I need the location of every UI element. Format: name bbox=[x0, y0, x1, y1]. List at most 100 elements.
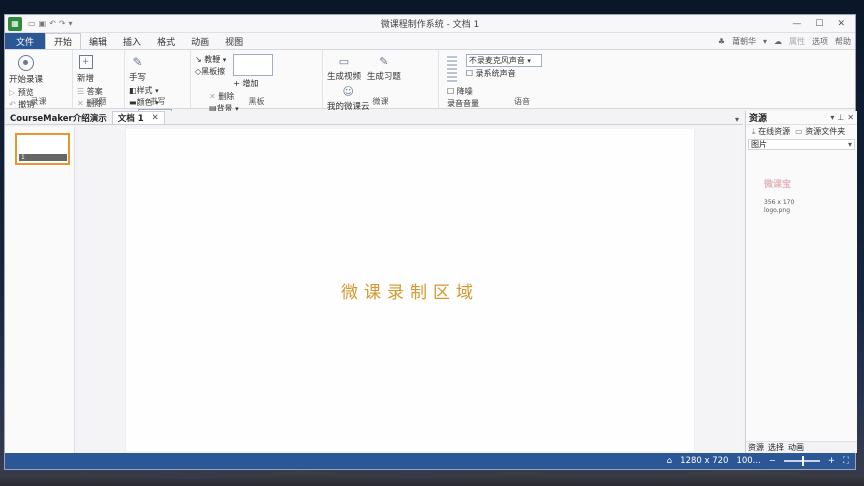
start-record-button[interactable]: 开始录课 bbox=[9, 52, 43, 85]
generate-video-button[interactable]: ▭ 生成视频 bbox=[327, 52, 361, 82]
tab-animation-panel[interactable]: 动画 bbox=[788, 442, 804, 453]
tab-view[interactable]: 视图 bbox=[217, 33, 251, 49]
undo-icon[interactable]: ↶ bbox=[49, 19, 56, 28]
tab-format[interactable]: 格式 bbox=[149, 33, 183, 49]
ribbon: 开始录课 ▷ 预览 ↶ 撤销 ✕ 删除 录课 + 新增 ☰ 答案 ✕ 删除 习题 bbox=[5, 49, 855, 121]
save-icon[interactable]: ▣ bbox=[39, 19, 47, 28]
folder-icon: ▭ bbox=[795, 127, 803, 136]
voice-group: 不录麦克风声音 ▾ ☐ 录系统声音 ☐ 降噪 录音音量 − + 语音 bbox=[439, 50, 605, 119]
title-bar: ▦ ▭ ▣ ↶ ↷ ▾ 微课程制作系统 - 文档 1 — ☐ ✕ bbox=[5, 15, 855, 33]
slide-thumbnail-panel: 1 bbox=[5, 127, 75, 453]
tab-insert[interactable]: 插入 bbox=[115, 33, 149, 49]
app-logo-icon: ▦ bbox=[8, 16, 22, 31]
resource-panel-header: 资源 ▾ ⊥ ✕ bbox=[746, 111, 857, 125]
quick-access-toolbar: ▭ ▣ ↶ ↷ ▾ bbox=[28, 19, 73, 28]
redo-icon[interactable]: ↷ bbox=[59, 19, 66, 28]
resource-folder-button[interactable]: ▭ 资源文件夹 bbox=[795, 126, 845, 137]
tab-animation[interactable]: 动画 bbox=[183, 33, 217, 49]
close-tab-icon[interactable]: ✕ bbox=[152, 113, 159, 123]
zoom-label[interactable]: 100... bbox=[736, 456, 760, 466]
exercise-group: + 新增 ☰ 答案 ✕ 删除 习题 bbox=[73, 50, 125, 108]
resource-bottom-tabs: 资源 选择 动画 bbox=[746, 441, 857, 453]
video-icon: ▭ bbox=[338, 55, 350, 68]
eraser-button[interactable]: ◇黑板擦 bbox=[195, 66, 226, 77]
menu-right-area: ♣ 莆朝华 ▾ ☁ 属性 选项 帮助 bbox=[718, 33, 855, 49]
chevron-down-icon: ▾ bbox=[847, 140, 852, 149]
slide-thumbnail[interactable]: 1 bbox=[15, 133, 70, 165]
volume-meter bbox=[447, 56, 457, 84]
close-button[interactable]: ✕ bbox=[837, 19, 845, 29]
canvas-placeholder-text: 微课录制区域 bbox=[341, 282, 479, 303]
write-group: ✎ 手写 ◧样式 ▾ ▬颜色 ▾ ≡ 1 px ▾ 书写 bbox=[125, 50, 191, 120]
micro-group: ▭ 生成视频 ✎ 生成习题 ☺ 我的微课云 微课 bbox=[323, 50, 439, 112]
tab-resources[interactable]: 资源 bbox=[748, 442, 764, 453]
screen-icon: ⌂ bbox=[666, 456, 673, 466]
resource-item[interactable]: 微课宝 356 x 170 logo.png bbox=[764, 177, 824, 215]
add-icon: + bbox=[78, 55, 93, 69]
tab-coursemaker-demo[interactable]: CourseMaker介绍演示 bbox=[5, 111, 112, 124]
cloud-icon[interactable]: ☁ bbox=[774, 37, 782, 46]
generate-exercise-button[interactable]: ✎ 生成习题 bbox=[367, 52, 401, 82]
write-group-label: 书写 bbox=[149, 97, 166, 106]
file-menu[interactable]: 文件 bbox=[5, 33, 46, 49]
style-dropdown[interactable]: ◧样式 ▾ bbox=[129, 85, 172, 96]
pointer-dropdown[interactable]: ↘ 教鞭 ▾ bbox=[195, 54, 226, 65]
resource-dimensions: 356 x 170 bbox=[764, 199, 795, 206]
customize-dropdown-icon[interactable]: ▾ bbox=[69, 19, 73, 28]
recording-canvas[interactable]: 微课录制区域 bbox=[125, 129, 695, 451]
tab-document-1[interactable]: 文档 1 ✕ bbox=[111, 111, 165, 124]
maximize-button[interactable]: ☐ bbox=[815, 19, 823, 29]
board-preview[interactable] bbox=[233, 54, 274, 76]
window-controls: — ☐ ✕ bbox=[792, 19, 845, 29]
minimize-button[interactable]: — bbox=[792, 19, 801, 29]
exercise-icon: ✎ bbox=[379, 55, 389, 68]
property-button[interactable]: 属性 bbox=[789, 36, 805, 47]
status-bar: ⌂ 1280 x 720 100... − + ⛶ bbox=[5, 453, 855, 469]
panel-close-icon[interactable]: ✕ bbox=[847, 113, 854, 122]
tab-edit[interactable]: 编辑 bbox=[81, 33, 115, 49]
record-group: 开始录课 ▷ 预览 ↶ 撤销 ✕ 删除 录课 bbox=[5, 50, 73, 121]
handwrite-button[interactable]: ✎ 手写 bbox=[129, 52, 146, 83]
record-icon bbox=[18, 55, 34, 71]
zoom-out-button[interactable]: − bbox=[769, 456, 776, 466]
options-button[interactable]: 选项 bbox=[812, 36, 828, 47]
resource-logo-image: 微课宝 bbox=[764, 180, 792, 190]
resolution-label: 1280 x 720 bbox=[680, 456, 729, 466]
online-resource-button[interactable]: ⤓ 在线资源 bbox=[752, 126, 790, 137]
tab-select[interactable]: 选择 bbox=[768, 442, 784, 453]
status-right: ⌂ 1280 x 720 100... − + ⛶ bbox=[667, 456, 855, 466]
download-icon: ⤓ bbox=[752, 127, 756, 136]
resource-type-select[interactable]: 图片 ▾ bbox=[748, 139, 855, 150]
help-button[interactable]: 帮助 bbox=[835, 36, 851, 47]
board-group: ↘ 教鞭 ▾ ◇黑板擦 + 增加 ✕ 删除 ▤背景 ▾ 黑板 bbox=[191, 50, 323, 113]
new-doc-icon[interactable]: ▭ bbox=[28, 19, 36, 28]
voice-group-label: 语音 bbox=[514, 97, 530, 106]
add-board-button[interactable]: + 增加 bbox=[233, 78, 273, 89]
app-window: ▦ ▭ ▣ ↶ ↷ ▾ 微课程制作系统 - 文档 1 — ☐ ✕ 文件 开始 编… bbox=[4, 14, 857, 470]
record-group-label: 录课 bbox=[30, 97, 47, 106]
window-title: 微课程制作系统 - 文档 1 bbox=[380, 20, 480, 30]
board-tools: ↘ 教鞭 ▾ ◇黑板擦 bbox=[195, 54, 226, 77]
add-exercise-button[interactable]: + 新增 bbox=[77, 52, 94, 84]
user-menu[interactable]: 莆朝华 bbox=[732, 36, 756, 47]
tab-start[interactable]: 开始 bbox=[45, 33, 82, 49]
mic-select[interactable]: 不录麦克风声音 ▾ bbox=[465, 54, 542, 67]
zoom-in-button[interactable]: + bbox=[828, 456, 835, 466]
user-dropdown-icon[interactable]: ▾ bbox=[763, 37, 767, 46]
resource-filename: logo.png bbox=[764, 207, 791, 214]
canvas-area: 微课录制区域 bbox=[77, 127, 741, 453]
system-sound-checkbox[interactable]: ☐ 录系统声音 bbox=[466, 68, 542, 79]
voice-controls: 不录麦克风声音 ▾ ☐ 录系统声音 bbox=[465, 54, 542, 79]
pin-icon[interactable]: ⊥ bbox=[837, 113, 844, 122]
zoom-slider[interactable] bbox=[783, 456, 820, 466]
panel-dropdown-icon[interactable]: ▾ bbox=[830, 113, 834, 122]
document-tabs: CourseMaker介绍演示 文档 1 ✕ ▾ bbox=[5, 111, 743, 125]
slide-number: 1 bbox=[19, 154, 67, 161]
menu-bar: 文件 开始 编辑 插入 格式 动画 视图 ♣ 莆朝华 ▾ ☁ 属性 选项 帮助 bbox=[5, 33, 855, 49]
user-icon: ♣ bbox=[717, 36, 725, 46]
tabs-dropdown-icon[interactable]: ▾ bbox=[735, 115, 743, 124]
pen-icon: ✎ bbox=[132, 55, 143, 69]
board-group-label: 黑板 bbox=[248, 97, 265, 106]
fit-screen-icon[interactable]: ⛶ bbox=[843, 456, 849, 466]
micro-group-label: 微课 bbox=[372, 97, 389, 106]
